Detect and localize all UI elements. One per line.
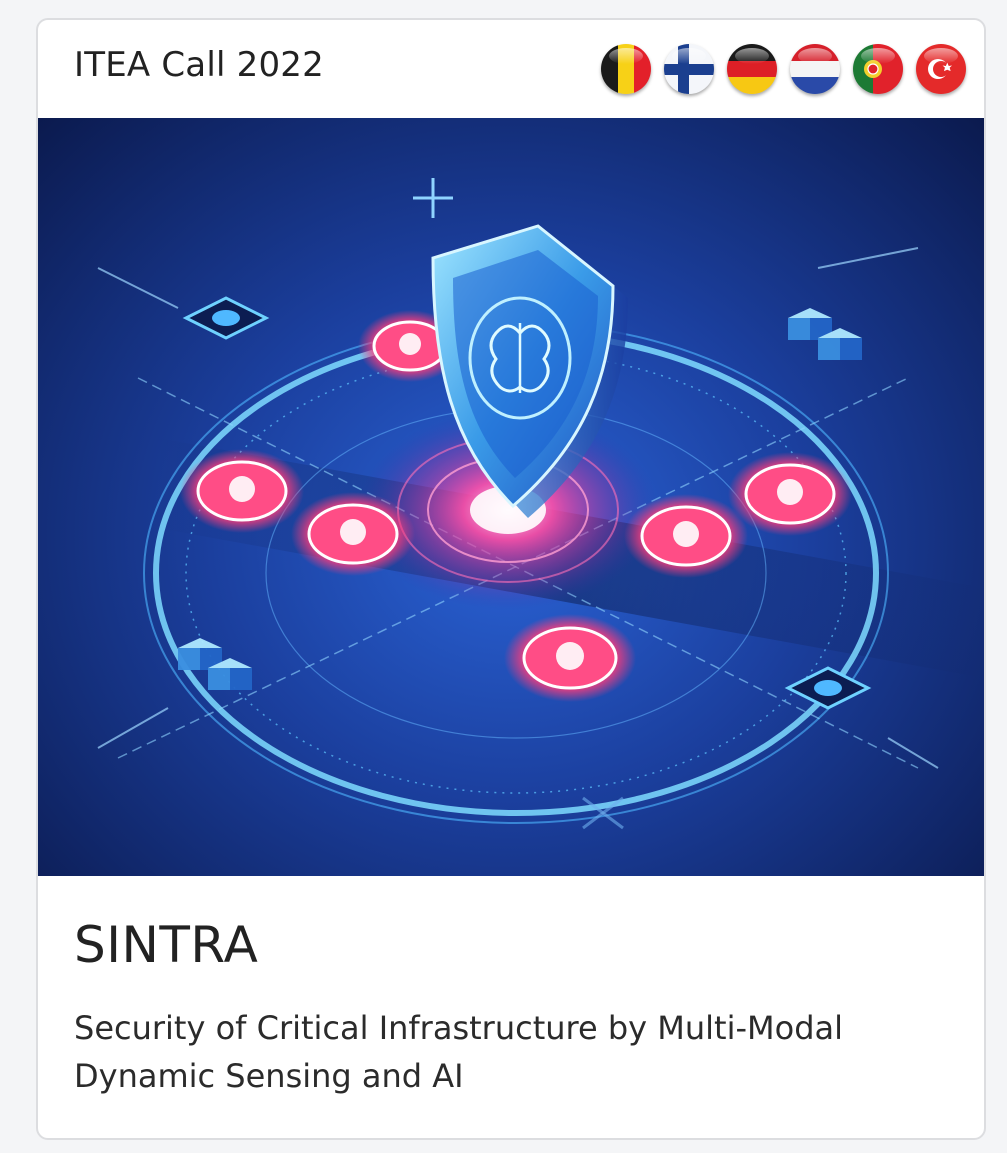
belgium-flag-icon <box>601 44 651 94</box>
project-image[interactable] <box>38 118 984 876</box>
card-header: ITEA Call 2022 <box>38 20 984 118</box>
project-title[interactable]: SINTRA <box>74 916 258 974</box>
call-label: ITEA Call 2022 <box>74 45 324 85</box>
turkey-flag-icon <box>916 44 966 94</box>
country-flags <box>601 44 966 96</box>
finland-flag-icon <box>664 44 714 94</box>
project-card[interactable]: ITEA Call 2022 SINTRA Security of Critic… <box>36 18 986 1140</box>
project-description: Security of Critical Infrastructure by M… <box>74 1009 844 1095</box>
germany-flag-icon <box>727 44 777 94</box>
portugal-flag-icon <box>853 44 903 94</box>
cybersecurity-shield-illustration <box>97 178 984 830</box>
netherlands-flag-icon <box>790 44 840 94</box>
